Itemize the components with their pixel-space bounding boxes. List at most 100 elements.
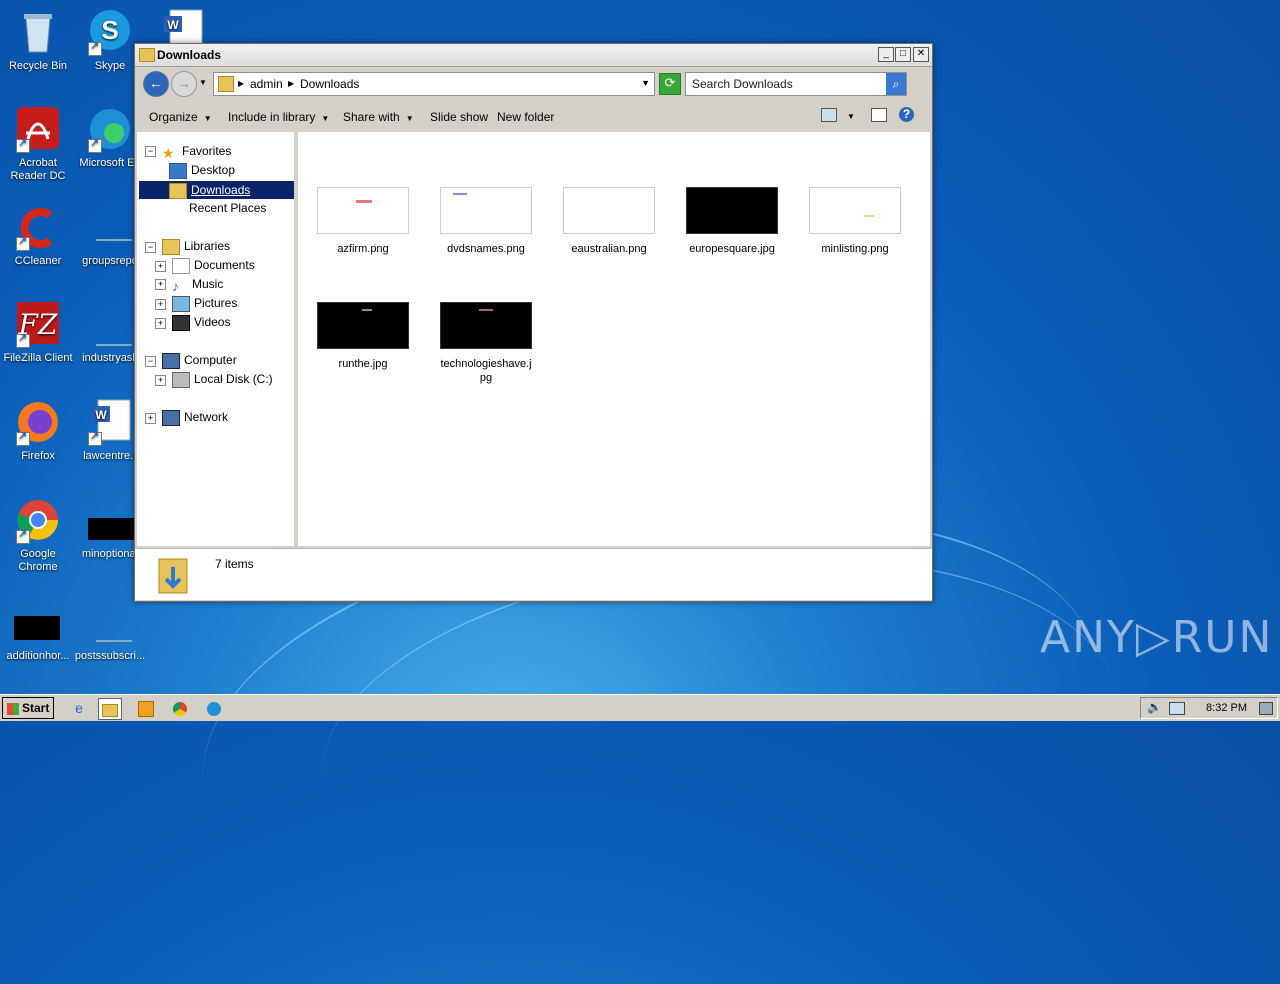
shortcut-arrow-icon bbox=[16, 332, 30, 348]
share-with-button[interactable]: Share with ▼ bbox=[343, 110, 414, 124]
collapse-icon[interactable]: − bbox=[145, 241, 156, 253]
slide-show-button[interactable]: Slide show bbox=[430, 110, 488, 124]
recent-pages-chevron-icon[interactable]: ▼ bbox=[199, 78, 207, 87]
desktop-icon-additionhor[interactable]: additionhor... bbox=[0, 598, 76, 663]
nav-music[interactable]: + ♪ Music bbox=[155, 277, 223, 295]
volume-icon[interactable]: 🔈 bbox=[1147, 700, 1162, 714]
organize-label: Organize bbox=[149, 110, 198, 124]
filezilla-icon: FZ bbox=[14, 300, 62, 348]
view-options-icon[interactable] bbox=[821, 108, 837, 122]
file-item[interactable]: europesquare.jpg bbox=[677, 187, 787, 256]
shortcut-arrow-icon bbox=[16, 528, 30, 544]
nav-label: Network bbox=[184, 410, 229, 425]
desktop-icon-filezilla[interactable]: FZ FileZilla Client bbox=[0, 300, 76, 365]
help-icon[interactable]: ? bbox=[899, 107, 914, 122]
nav-label: Downloads bbox=[191, 183, 251, 197]
nav-videos[interactable]: + Videos bbox=[155, 315, 230, 333]
downloads-folder-icon bbox=[169, 182, 187, 199]
explorer-window[interactable]: Downloads _ □ ✕ ← → ▼ ▶ admin ▶ Download… bbox=[134, 43, 933, 602]
desktop-icon-recycle-bin[interactable]: Recycle Bin bbox=[0, 8, 76, 73]
desktop-icon-firefox[interactable]: Firefox bbox=[0, 398, 76, 463]
file-item[interactable]: azfirm.png bbox=[308, 187, 418, 256]
network-icon[interactable] bbox=[1169, 702, 1185, 715]
maximize-button[interactable]: □ bbox=[895, 47, 911, 62]
desktop-icon-label: Recycle Bin bbox=[8, 60, 68, 72]
organize-button[interactable]: Organize ▼ bbox=[149, 110, 212, 124]
file-item[interactable]: technologieshave.jpg bbox=[431, 302, 541, 385]
file-name: europesquare.jpg bbox=[689, 243, 775, 255]
nav-documents[interactable]: + Documents bbox=[155, 258, 255, 276]
desktop-icon-label: CCleaner bbox=[14, 255, 62, 267]
folder-icon bbox=[102, 703, 118, 717]
nav-libraries[interactable]: − Libraries bbox=[145, 239, 230, 257]
desktop-icon-ccleaner[interactable]: CCleaner bbox=[0, 203, 76, 268]
newfolder-label: New folder bbox=[497, 110, 555, 124]
title-bar[interactable]: Downloads _ □ ✕ bbox=[135, 44, 932, 67]
edge-icon[interactable] bbox=[203, 698, 225, 718]
nav-local-disk[interactable]: + Local Disk (C:) bbox=[155, 372, 273, 390]
expand-icon[interactable]: + bbox=[155, 298, 166, 310]
expand-icon[interactable]: + bbox=[155, 260, 166, 272]
dropdown-arrow-icon: ▼ bbox=[203, 114, 212, 123]
address-box[interactable]: ▶ admin ▶ Downloads ▼ bbox=[213, 72, 655, 96]
recycle-bin-icon bbox=[14, 8, 62, 56]
show-desktop-icon[interactable] bbox=[1259, 702, 1273, 715]
breadcrumb-admin[interactable]: admin bbox=[250, 77, 283, 91]
nav-pictures[interactable]: + Pictures bbox=[155, 296, 237, 314]
collapse-icon[interactable]: − bbox=[145, 146, 156, 158]
nav-computer[interactable]: − Computer bbox=[145, 353, 237, 371]
image-thumbnail bbox=[317, 302, 409, 349]
preview-pane-icon[interactable] bbox=[871, 108, 887, 122]
clock[interactable]: 8:32 PM bbox=[1206, 702, 1247, 714]
desktop-icon-acrobat[interactable]: Acrobat Reader DC bbox=[0, 105, 76, 183]
file-item[interactable]: dvdsnames.png bbox=[431, 187, 541, 256]
breadcrumb-chevron-icon[interactable]: ▶ bbox=[238, 79, 244, 88]
file-item[interactable]: runthe.jpg bbox=[308, 302, 418, 371]
expand-icon[interactable]: + bbox=[155, 317, 166, 329]
nav-label: Pictures bbox=[194, 296, 238, 311]
nav-recent-places[interactable]: Recent Places bbox=[169, 201, 266, 219]
nav-downloads[interactable]: Downloads bbox=[139, 181, 294, 199]
acrobat-icon bbox=[14, 105, 62, 153]
file-item[interactable]: eaustralian.png bbox=[554, 187, 664, 256]
minimize-button[interactable]: _ bbox=[878, 47, 894, 62]
recent-places-icon bbox=[169, 202, 185, 216]
desktop-icon-postssubscri[interactable]: postssubscri... bbox=[72, 598, 148, 663]
file-name: technologieshave.jpg bbox=[440, 358, 532, 384]
folder-icon bbox=[218, 76, 234, 92]
nav-desktop[interactable]: Desktop bbox=[169, 163, 235, 181]
media-player-icon[interactable] bbox=[135, 698, 157, 718]
collapse-icon[interactable]: − bbox=[145, 355, 156, 367]
search-icon[interactable]: ⌕ bbox=[886, 73, 906, 95]
explorer-taskbar-button[interactable] bbox=[98, 698, 122, 720]
image-thumbnail bbox=[686, 187, 778, 234]
expand-icon[interactable]: + bbox=[155, 279, 166, 291]
image-thumbnail bbox=[440, 302, 532, 349]
back-button[interactable]: ← bbox=[143, 71, 169, 97]
forward-button[interactable]: → bbox=[171, 71, 197, 97]
expand-icon[interactable]: + bbox=[145, 412, 156, 424]
internet-explorer-icon[interactable]: e bbox=[68, 698, 90, 718]
file-name: dvdsnames.png bbox=[447, 243, 525, 255]
nav-favorites[interactable]: − ★ Favorites bbox=[145, 144, 231, 162]
breadcrumb-downloads[interactable]: Downloads bbox=[300, 77, 359, 91]
image-thumbnail bbox=[317, 187, 409, 234]
nav-label: Recent Places bbox=[189, 201, 267, 215]
close-button[interactable]: ✕ bbox=[913, 47, 929, 62]
refresh-button[interactable]: ⟳ bbox=[659, 73, 681, 95]
chrome-icon[interactable] bbox=[169, 698, 191, 718]
search-input[interactable]: Search Downloads ⌕ bbox=[685, 72, 907, 96]
view-dropdown-icon[interactable]: ▼ bbox=[847, 112, 855, 121]
computer-icon bbox=[162, 353, 180, 369]
breadcrumb-chevron-icon[interactable]: ▶ bbox=[288, 79, 294, 88]
expand-icon[interactable]: + bbox=[155, 374, 166, 386]
start-button[interactable]: Start bbox=[2, 697, 54, 719]
blank-file-icon bbox=[86, 203, 134, 251]
include-in-library-button[interactable]: Include in library ▼ bbox=[228, 110, 329, 124]
address-dropdown-icon[interactable]: ▼ bbox=[641, 78, 650, 88]
nav-network[interactable]: + Network bbox=[145, 410, 228, 428]
desktop-icon-chrome[interactable]: Google Chrome bbox=[0, 496, 76, 574]
new-folder-button[interactable]: New folder bbox=[497, 110, 554, 124]
file-item[interactable]: minlisting.png bbox=[800, 187, 910, 256]
videos-icon bbox=[172, 315, 190, 331]
